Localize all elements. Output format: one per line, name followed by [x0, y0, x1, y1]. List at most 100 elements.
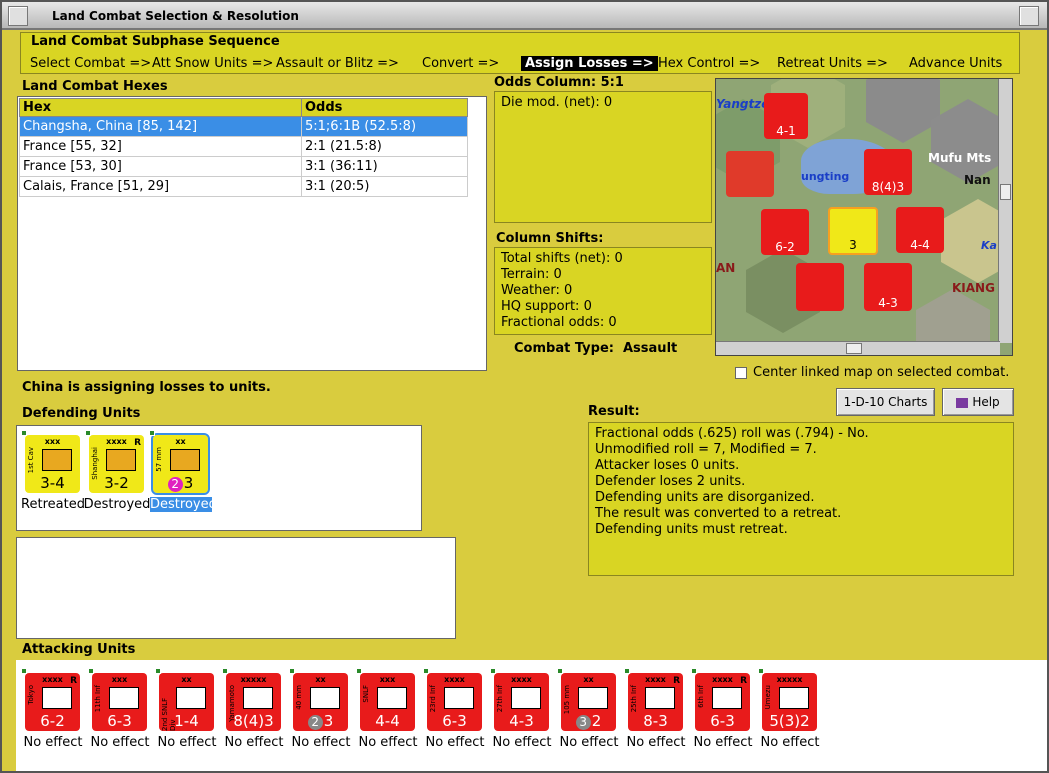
unit-counter[interactable]: xxxx Tokyo R 6-2 [21, 668, 80, 731]
sequence-step[interactable]: Assault or Blitz => [276, 56, 399, 71]
shift-line: Terrain: 0 [501, 267, 562, 282]
hex-cell-odds: 2:1 (21.5:8) [301, 136, 468, 157]
unit-badge: 2 [167, 477, 183, 492]
unit-counter[interactable]: xxx 11th Inf 6-3 [88, 668, 147, 731]
unit-value: 3-4 [40, 474, 65, 492]
map-unit[interactable]: 4-1 [764, 93, 808, 139]
unit-counter[interactable]: xxxxx Yamamoto 8(4)3 [222, 668, 281, 731]
unit-counter[interactable]: xxxx 23rd Inf 6-3 [423, 668, 482, 731]
unit-name: SNLF [362, 685, 370, 703]
unit-size: xxx [111, 675, 128, 684]
unit-type-icon [444, 687, 474, 709]
unit-type-icon [106, 449, 136, 471]
unit-status: No effect [358, 735, 418, 750]
unit-status: No effect [760, 735, 820, 750]
die-mod: Die mod. (net): 0 [501, 95, 613, 110]
sequence-step[interactable]: Advance Units [909, 56, 1002, 71]
empty-panel [16, 537, 456, 639]
hex-cell-odds: 3:1 (20:5) [301, 176, 468, 197]
center-map-checkbox[interactable] [735, 367, 747, 379]
hex-row[interactable]: France [53, 30] 3:1 (36:11) [19, 156, 468, 177]
unit-pip [758, 668, 764, 674]
unit-counter[interactable]: xxxx 27th Inf 4-3 [490, 668, 549, 731]
unit-value: 1-4 [174, 712, 199, 730]
map-unit[interactable]: 4-4 [896, 207, 944, 253]
result-line: Unmodified roll = 7, Modified = 7. [595, 442, 817, 457]
unit-status: No effect [693, 735, 753, 750]
unit-type-icon [310, 687, 340, 709]
center-map-label: Center linked map on selected combat. [753, 365, 1010, 380]
unit-pip [423, 668, 429, 674]
map-label: AN [716, 261, 736, 275]
unit-type-icon [42, 449, 72, 471]
unit-size: xxxxx [240, 675, 267, 684]
unit-type-icon [42, 687, 72, 709]
unit-strength: 32 [561, 712, 616, 730]
sequence-step[interactable]: Convert => [422, 56, 499, 71]
map-unit-selected[interactable]: 3 [828, 207, 878, 255]
charts-button[interactable]: 1-D-10 Charts [836, 388, 935, 416]
unit-value: 2 [591, 712, 602, 730]
sequence-step[interactable]: Select Combat => [30, 56, 151, 71]
unit-counter[interactable]: xx 105 mm 3 2 [557, 668, 616, 731]
hex-cell-hex: France [53, 30] [19, 156, 302, 177]
unit-counter[interactable]: xx 2nd SNLF Div 1-4 [155, 668, 214, 731]
window-menu-icon[interactable] [8, 6, 28, 26]
sequence-step[interactable]: Hex Control => [658, 56, 760, 71]
map-hscrollbar[interactable] [716, 341, 1000, 355]
hex-row[interactable]: Changsha, China [85, 142] 5:1;6:1B (52.5:… [19, 116, 468, 137]
unit-status: No effect [90, 735, 150, 750]
help-button[interactable]: Help [942, 388, 1014, 416]
unit-type-icon [243, 687, 273, 709]
unit-counter[interactable]: xx 40 mm 2 3 [289, 668, 348, 731]
unit-size: xxxxx [776, 675, 803, 684]
map-unit[interactable] [796, 263, 844, 311]
unit-counter[interactable]: xxxx 25th Inf R 8-3 [624, 668, 683, 731]
unit-counter[interactable]: xxx 1st Cav 3-4 [21, 430, 80, 493]
map-unit[interactable]: 8(4)3 [864, 149, 912, 195]
shift-line: Fractional odds: 0 [501, 315, 617, 330]
shift-line: Weather: 0 [501, 283, 573, 298]
hex-row[interactable]: Calais, France [51, 29] 3:1 (20:5) [19, 176, 468, 197]
sequence-step[interactable]: Assign Losses => [521, 56, 658, 71]
vscroll-thumb[interactable] [1000, 184, 1011, 200]
title-bar[interactable]: Land Combat Selection & Resolution [2, 2, 1047, 30]
sequence-step[interactable]: Retreat Units => [777, 56, 888, 71]
map-unit[interactable]: 4-3 [864, 263, 912, 311]
unit-name: 57 mm [155, 447, 163, 472]
unit-strength: 1-4 [159, 712, 214, 730]
map-unit[interactable] [726, 151, 774, 197]
unit-size: xx [583, 675, 594, 684]
unit-name: 11th Inf [94, 685, 102, 713]
unit-counter[interactable]: xx 57 mm 2 3 [149, 430, 210, 495]
unit-counter[interactable]: xxxx Shanghai R 3-2 [85, 430, 144, 493]
map-unit[interactable]: 6-2 [761, 209, 809, 255]
col-odds[interactable]: Odds [301, 98, 468, 117]
map-hex [931, 99, 1005, 183]
result-line: Defending units are disorganized. [595, 490, 815, 505]
hscroll-thumb[interactable] [846, 343, 862, 354]
close-icon[interactable] [1019, 6, 1039, 26]
unit-reserve: R [740, 676, 747, 686]
hex-row[interactable]: France [55, 32] 2:1 (21.5:8) [19, 136, 468, 157]
unit-status: Retreated [21, 497, 85, 512]
unit-pip [490, 668, 496, 674]
unit-counter[interactable]: xxx SNLF 4-4 [356, 668, 415, 731]
linked-map[interactable]: Yangtze Mufu Mts Nan ungting Ka AN KIANG… [715, 78, 1013, 356]
sequence-step[interactable]: Att Snow Units => [152, 56, 273, 71]
unit-strength: 5(3)2 [762, 712, 817, 730]
unit-type-icon [779, 687, 809, 709]
unit-reserve: R [70, 676, 77, 686]
unit-size: xx [175, 437, 186, 446]
unit-name: 27th Inf [496, 685, 504, 713]
status-text: China is assigning losses to units. [22, 380, 271, 395]
unit-counter[interactable]: xxxxx Umezu 5(3)2 [758, 668, 817, 731]
col-hex[interactable]: Hex [19, 98, 302, 117]
unit-reserve: R [134, 438, 141, 448]
attacking-units-panel: xxxx Tokyo R 6-2 No effect xxx 11th Inf 6-3 No e… [16, 660, 1047, 771]
defending-units-panel: xxx 1st Cav 3-4 Retreated xxxx Shanghai R 3-2 De… [16, 425, 422, 531]
unit-status: Destroyed [83, 497, 151, 512]
result-line: Defender loses 2 units. [595, 474, 746, 489]
unit-counter[interactable]: xxxx 6th Inf R 6-3 [691, 668, 750, 731]
map-vscrollbar[interactable] [998, 79, 1012, 343]
